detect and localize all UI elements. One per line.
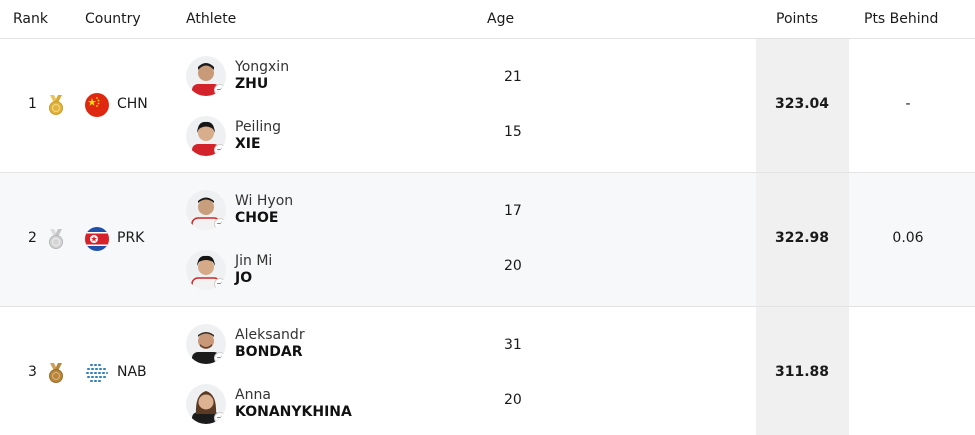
athlete-avatar[interactable]: → bbox=[186, 384, 226, 424]
athlete-first-name[interactable]: Jin Mi bbox=[235, 253, 272, 269]
athlete-age: 17 bbox=[504, 203, 522, 219]
athlete-avatar[interactable]: → bbox=[186, 56, 226, 96]
profile-link-icon[interactable]: → bbox=[214, 218, 226, 230]
athlete-age: 20 bbox=[504, 258, 522, 274]
header-athlete[interactable]: Athlete bbox=[186, 11, 236, 27]
country-code: PRK bbox=[117, 230, 145, 246]
country-code: CHN bbox=[117, 96, 148, 112]
athlete-age: 31 bbox=[504, 337, 522, 353]
north-korea-flag-icon bbox=[85, 227, 109, 251]
header-points[interactable]: Points bbox=[776, 11, 818, 27]
header-country[interactable]: Country bbox=[85, 11, 141, 27]
athlete-age: 20 bbox=[504, 392, 522, 408]
athlete-first-name[interactable]: Anna bbox=[235, 387, 271, 403]
country-code: NAB bbox=[117, 364, 147, 380]
athlete-first-name[interactable]: Peiling bbox=[235, 119, 281, 135]
header-age[interactable]: Age bbox=[487, 11, 514, 27]
athlete-first-name[interactable]: Yongxin bbox=[235, 59, 289, 75]
athlete-last-name[interactable]: JO bbox=[235, 270, 252, 286]
pts-behind-value: 0.06 bbox=[892, 230, 924, 246]
rank-value: 2 bbox=[28, 230, 37, 246]
china-flag-icon bbox=[85, 93, 109, 117]
neutral-athletes-flag-icon bbox=[85, 361, 109, 385]
profile-link-icon[interactable]: → bbox=[214, 144, 226, 156]
points-value: 323.04 bbox=[774, 96, 830, 112]
athlete-age: 15 bbox=[504, 124, 522, 140]
table-header: Rank Country Athlete Age Points Pts Behi… bbox=[0, 0, 975, 39]
table-row[interactable]: 1 CHN → Yongxin ZHU 21 → Peiling XIE 15 … bbox=[0, 39, 975, 173]
athlete-last-name[interactable]: KONANYKHINA bbox=[235, 404, 352, 420]
rank-value: 3 bbox=[28, 364, 37, 380]
profile-link-icon[interactable]: → bbox=[214, 412, 226, 424]
athlete-last-name[interactable]: BONDAR bbox=[235, 344, 303, 360]
table-row[interactable]: 2 PRK → Wi Hyon CHOE 17 → Jin Mi JO 20 3… bbox=[0, 173, 975, 307]
points-value: 322.98 bbox=[774, 230, 830, 246]
header-pts-behind[interactable]: Pts Behind bbox=[864, 11, 938, 27]
pts-behind-value: - bbox=[905, 96, 911, 112]
bronze-medal-icon bbox=[49, 363, 63, 383]
athlete-last-name[interactable]: XIE bbox=[235, 136, 261, 152]
athlete-first-name[interactable]: Wi Hyon bbox=[235, 193, 293, 209]
athlete-age: 21 bbox=[504, 69, 522, 85]
athlete-last-name[interactable]: ZHU bbox=[235, 76, 268, 92]
silver-medal-icon bbox=[49, 229, 63, 249]
header-rank[interactable]: Rank bbox=[13, 11, 48, 27]
gold-medal-icon bbox=[49, 95, 63, 115]
athlete-avatar[interactable]: → bbox=[186, 250, 226, 290]
points-value: 311.88 bbox=[774, 364, 830, 380]
rank-value: 1 bbox=[28, 96, 37, 112]
athlete-avatar[interactable]: → bbox=[186, 324, 226, 364]
profile-link-icon[interactable]: → bbox=[214, 84, 226, 96]
athlete-avatar[interactable]: → bbox=[186, 190, 226, 230]
athlete-last-name[interactable]: CHOE bbox=[235, 210, 278, 226]
profile-link-icon[interactable]: → bbox=[214, 278, 226, 290]
athlete-first-name[interactable]: Aleksandr bbox=[235, 327, 305, 343]
profile-link-icon[interactable]: → bbox=[214, 352, 226, 364]
table-row[interactable]: 3 NAB → Aleksandr BONDAR 31 → Anna KONAN… bbox=[0, 307, 975, 435]
athlete-avatar[interactable]: → bbox=[186, 116, 226, 156]
